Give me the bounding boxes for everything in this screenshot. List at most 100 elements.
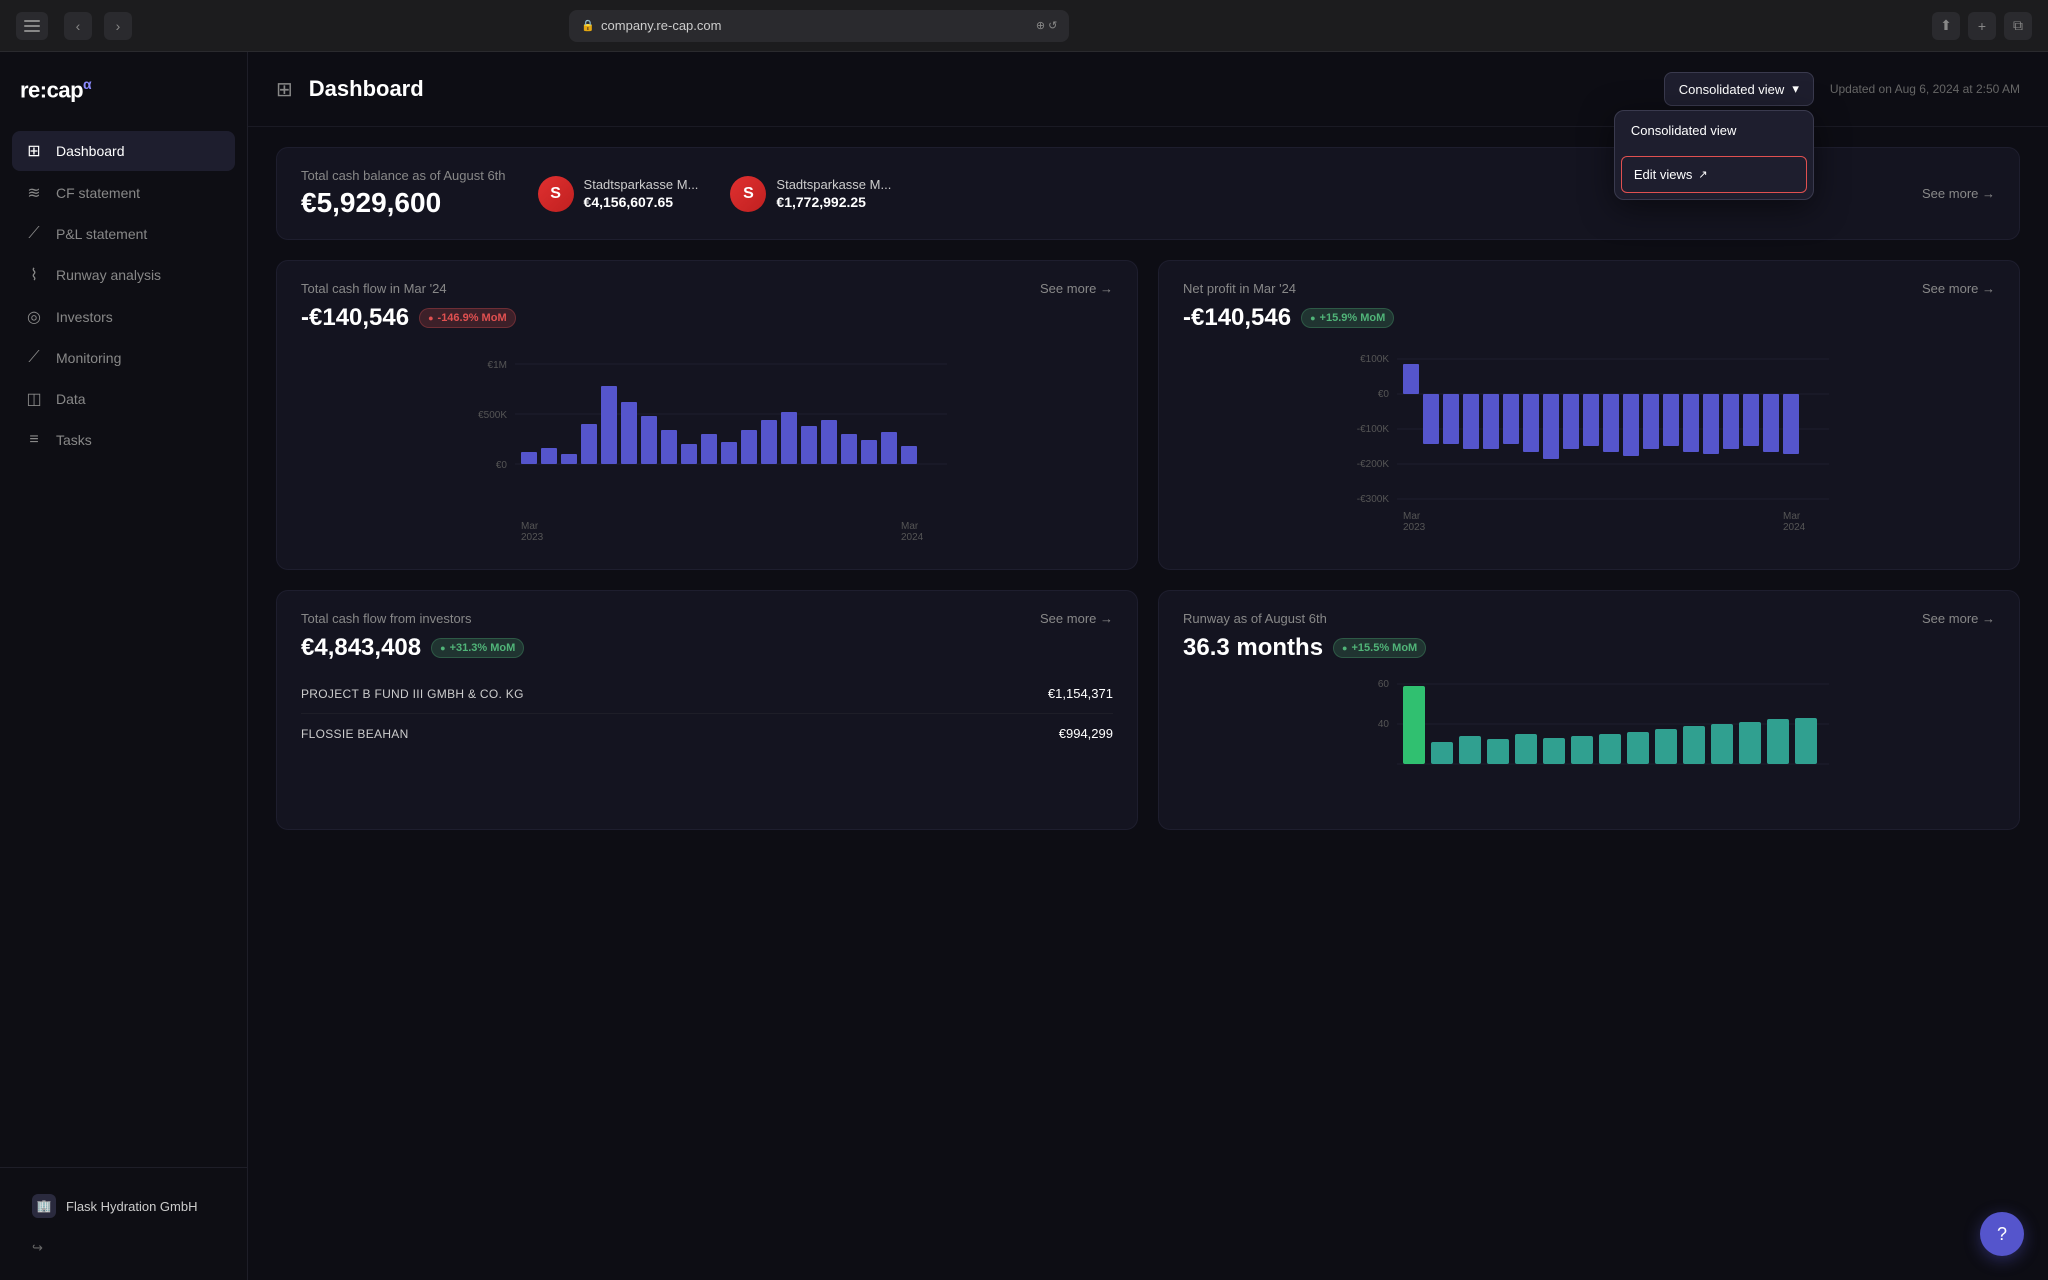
bank-info-1: Stadtsparkasse M... €4,156,607.65 (584, 177, 699, 210)
view-selector: Consolidated view ▾ Consolidated view Ed… (1664, 72, 1814, 106)
svg-text:€1M: €1M (488, 360, 507, 371)
cash-balance-see-more[interactable]: See more → (1922, 186, 1995, 201)
net-profit-see-more[interactable]: See more → (1922, 281, 1995, 296)
svg-text:2024: 2024 (1783, 522, 1806, 533)
charts-grid: Total cash flow in Mar '24 See more → -€… (276, 260, 2020, 570)
logout-icon: ↪ (32, 1240, 43, 1256)
updated-text: Updated on Aug 6, 2024 at 2:50 AM (1830, 82, 2020, 96)
back-btn[interactable]: ‹ (64, 12, 92, 40)
net-profit-chart-svg: €100K €0 -€100K -€200K -€300K (1183, 344, 1995, 544)
balance-amount: €5,929,600 (301, 187, 506, 219)
forward-btn[interactable]: › (104, 12, 132, 40)
cash-flow-chart-card: Total cash flow in Mar '24 See more → -€… (276, 260, 1138, 570)
runway-chart-svg: 60 40 (1183, 674, 1995, 804)
svg-text:€100K: €100K (1360, 354, 1389, 365)
runway-header: Runway as of August 6th See more → (1183, 611, 1995, 626)
monitoring-icon: ⟋ (24, 349, 44, 367)
company-item[interactable]: 🏢 Flask Hydration GmbH (20, 1184, 227, 1228)
view-selector-label: Consolidated view (1679, 82, 1785, 97)
investor-row-2: FLOSSIE BEAHAN €994,299 (301, 714, 1113, 753)
svg-text:€0: €0 (496, 460, 508, 471)
cash-flow-badge: ● -146.9% MoM (419, 308, 516, 328)
sidebar-item-runway[interactable]: ⌇ Runway analysis (12, 255, 235, 295)
svg-text:-€100K: -€100K (1357, 424, 1390, 435)
pl-icon: ⟋ (24, 225, 44, 243)
share-btn[interactable]: ⬆ (1932, 12, 1960, 40)
sidebar-toggle-btn[interactable] (16, 12, 48, 40)
browser-chrome: ‹ › 🔒 company.re-cap.com ⊕ ↺ ⬆ + ⧉ (0, 0, 2048, 52)
svg-text:-€300K: -€300K (1357, 494, 1390, 505)
sidebar-item-tasks[interactable]: ≡ Tasks (12, 421, 235, 459)
help-icon: ? (1997, 1224, 2007, 1245)
bank-name-1: Stadtsparkasse M... (584, 177, 699, 192)
browser-action-icon: ⊕ ↺ (1036, 19, 1058, 32)
runway-label: Runway as of August 6th (1183, 611, 1327, 626)
bank-name-2: Stadtsparkasse M... (776, 177, 891, 192)
logo-text: re:capα (20, 76, 91, 103)
tasks-icon: ≡ (24, 431, 44, 449)
company-icon: 🏢 (32, 1194, 56, 1218)
bottom-cards-grid: Total cash flow from investors See more … (276, 590, 2020, 830)
investors-icon: ◎ (24, 307, 44, 327)
investor-cashflow-label: Total cash flow from investors (301, 611, 472, 626)
dropdown-edit-label: Edit views (1634, 167, 1693, 182)
investor-cashflow-value: €4,843,408 ● +31.3% MoM (301, 634, 1113, 662)
new-tab-btn[interactable]: + (1968, 12, 1996, 40)
page-title: Dashboard (309, 76, 424, 102)
main-content: ⊞ Dashboard Consolidated view ▾ Consolid… (248, 52, 2048, 1280)
tabs-btn[interactable]: ⧉ (2004, 12, 2032, 40)
sidebar-item-runway-label: Runway analysis (56, 267, 161, 283)
sidebar-item-monitoring[interactable]: ⟋ Monitoring (12, 339, 235, 377)
investor-name-2: FLOSSIE BEAHAN (301, 727, 409, 741)
svg-text:€0: €0 (1378, 389, 1390, 400)
net-profit-chart-header: Net profit in Mar '24 See more → (1183, 281, 1995, 296)
app-layout: re:capα ⊞ Dashboard ≋ CF statement ⟋ P&L… (0, 52, 2048, 1280)
url-text: company.re-cap.com (601, 18, 721, 33)
bank-amount-2: €1,772,992.25 (776, 194, 891, 210)
svg-text:€500K: €500K (478, 410, 507, 421)
cash-flow-label: Total cash flow in Mar '24 (301, 281, 447, 296)
dropdown-item-consolidated[interactable]: Consolidated view (1615, 111, 1813, 150)
svg-text:Mar: Mar (1403, 511, 1421, 522)
investor-cashflow-header: Total cash flow from investors See more … (301, 611, 1113, 626)
sidebar-footer: 🏢 Flask Hydration GmbH ↪ (0, 1167, 247, 1280)
svg-text:40: 40 (1378, 719, 1390, 730)
investor-amount-2: €994,299 (1059, 726, 1113, 741)
runway-see-more[interactable]: See more → (1922, 611, 1995, 626)
runway-value: 36.3 months ● +15.5% MoM (1183, 634, 1995, 662)
logo: re:capα (0, 52, 247, 123)
sidebar-item-data[interactable]: ◫ Data (12, 379, 235, 419)
cash-flow-chart-svg: €1M €500K €0 (301, 344, 1113, 544)
runway-card: Runway as of August 6th See more → 36.3 … (1158, 590, 2020, 830)
bank-info-2: Stadtsparkasse M... €1,772,992.25 (776, 177, 891, 210)
view-dropdown: Consolidated view Edit views ↗ (1614, 110, 1814, 200)
sidebar-item-tasks-label: Tasks (56, 432, 92, 448)
sidebar-item-cf-label: CF statement (56, 185, 140, 201)
help-button[interactable]: ? (1980, 1212, 2024, 1256)
sidebar-item-monitoring-label: Monitoring (56, 350, 121, 366)
sidebar-item-dashboard-label: Dashboard (56, 143, 125, 159)
dropdown-consolidated-label: Consolidated view (1631, 123, 1737, 138)
sidebar-item-pl-statement[interactable]: ⟋ P&L statement (12, 215, 235, 253)
external-link-icon: ↗ (1698, 168, 1707, 181)
net-profit-chart-card: Net profit in Mar '24 See more → -€140,5… (1158, 260, 2020, 570)
address-bar[interactable]: 🔒 company.re-cap.com ⊕ ↺ (569, 10, 1069, 42)
svg-text:60: 60 (1378, 679, 1390, 690)
logout-item[interactable]: ↪ (20, 1232, 227, 1264)
runway-icon: ⌇ (24, 265, 44, 285)
sidebar-item-data-label: Data (56, 391, 86, 407)
investor-name-1: PROJECT B FUND III GMBH & CO. KG (301, 687, 524, 701)
dropdown-item-edit-views[interactable]: Edit views ↗ (1621, 156, 1807, 193)
investor-cashflow-see-more[interactable]: See more → (1040, 611, 1113, 626)
svg-text:2024: 2024 (901, 532, 924, 543)
view-selector-btn[interactable]: Consolidated view ▾ (1664, 72, 1814, 106)
sidebar-item-dashboard[interactable]: ⊞ Dashboard (12, 131, 235, 171)
svg-text:-€200K: -€200K (1357, 459, 1390, 470)
cash-flow-see-more[interactable]: See more → (1040, 281, 1113, 296)
bank-logo-1: S (538, 176, 574, 212)
investor-row-1: PROJECT B FUND III GMBH & CO. KG €1,154,… (301, 674, 1113, 714)
sidebar-item-cf-statement[interactable]: ≋ CF statement (12, 173, 235, 213)
dashboard-icon: ⊞ (24, 141, 44, 161)
dashboard-body: Total cash balance as of August 6th €5,9… (248, 127, 2048, 850)
sidebar-item-investors[interactable]: ◎ Investors (12, 297, 235, 337)
